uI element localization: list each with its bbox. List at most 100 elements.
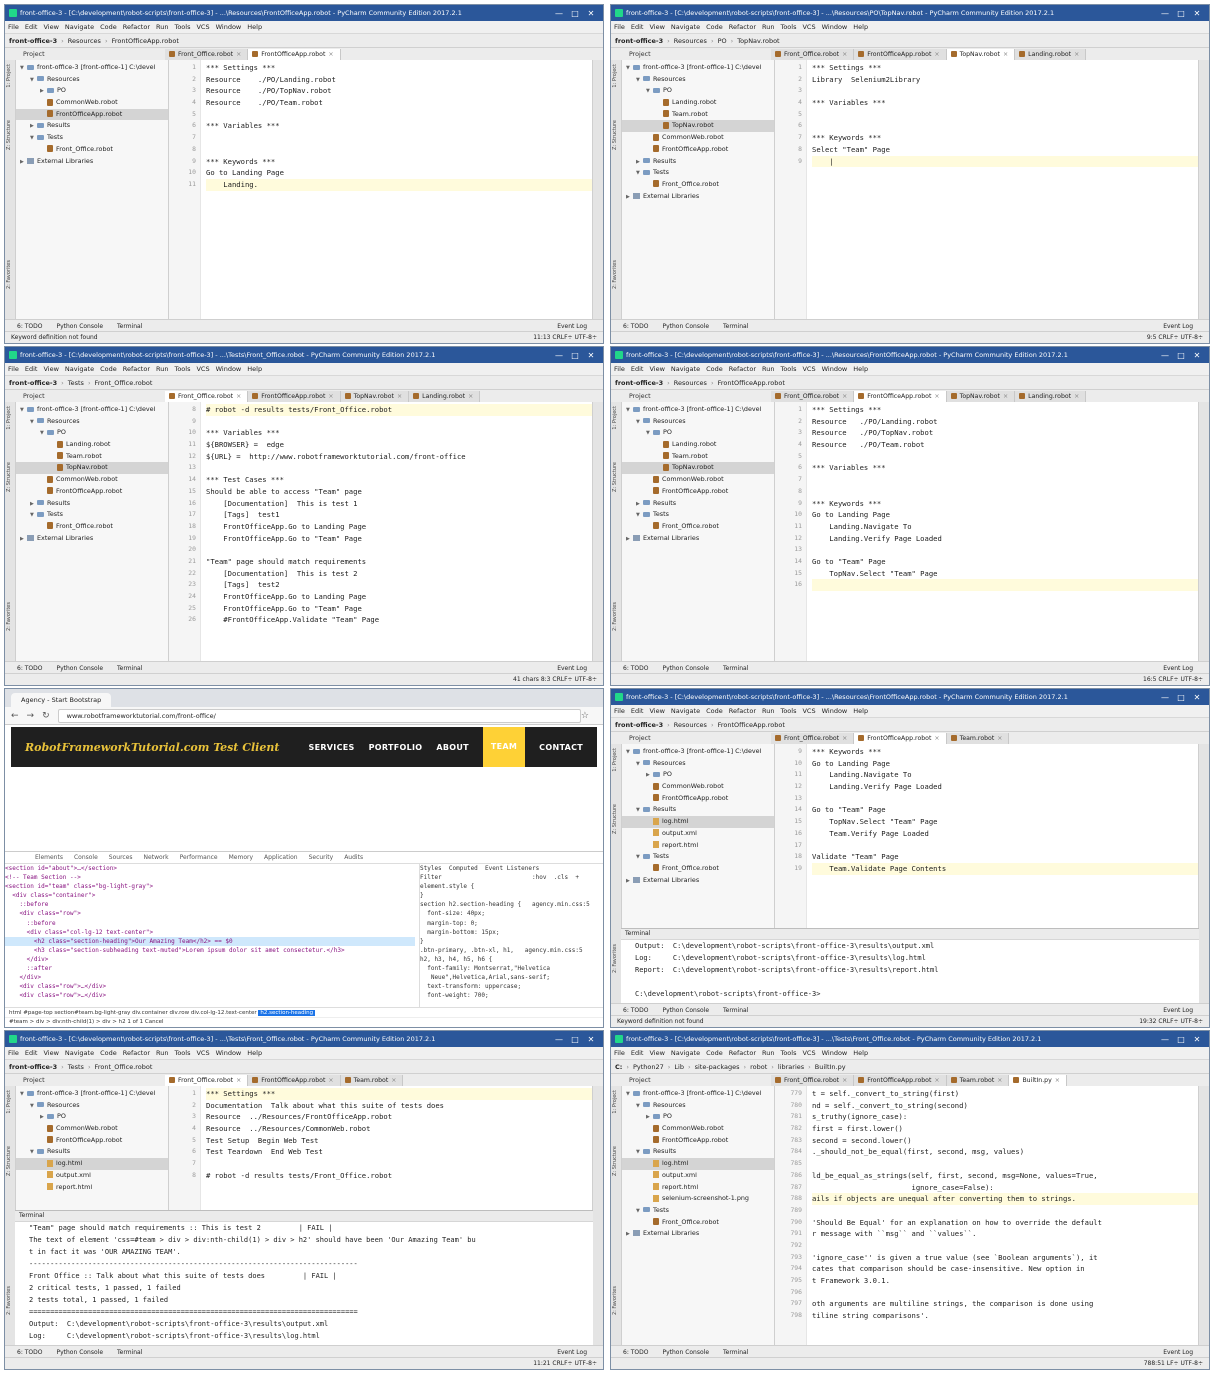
dom-node[interactable]: </div> (5, 955, 415, 964)
editor-tab[interactable]: FrontOfficeApp.robot × (248, 48, 341, 61)
menu-item-vcs[interactable]: VCS (196, 1049, 209, 1057)
nav-link-contact[interactable]: CONTACT (539, 743, 583, 752)
left-tool-label[interactable]: 2: Favorites (612, 1286, 618, 1315)
menu-item-file[interactable]: File (8, 23, 19, 31)
left-tool-label[interactable]: 1: Project (6, 406, 12, 430)
bottom-tool-0[interactable]: 6: TODO (623, 1007, 648, 1014)
chevron-down-icon[interactable]: ▼ (40, 428, 47, 439)
editor-tab[interactable]: Front_Office.robot × (771, 48, 855, 61)
minimize-icon[interactable]: — (551, 9, 567, 18)
breadcrumb-item[interactable]: FrontOfficeApp.robot (718, 721, 785, 729)
tree-item[interactable]: TopNav.robot (622, 462, 774, 475)
menu-item-navigate[interactable]: Navigate (671, 23, 700, 31)
dom-node[interactable]: <div class="row"> (5, 909, 415, 918)
tree-item[interactable]: FrontOfficeApp.robot (622, 793, 774, 805)
chevron-down-icon[interactable]: ▼ (626, 63, 633, 74)
editor-tab[interactable]: Front_Office.robot × (165, 390, 249, 403)
browser-tab[interactable]: Agency - Start Bootstrap (11, 693, 112, 707)
tree-item[interactable]: Landing.robot (622, 439, 774, 451)
chevron-down-icon[interactable]: ▼ (636, 1206, 643, 1217)
menu-item-edit[interactable]: Edit (25, 23, 38, 31)
chevron-down-icon[interactable]: ▼ (30, 133, 37, 144)
menu-item-refactor[interactable]: Refactor (123, 23, 150, 31)
menu-item-code[interactable]: Code (706, 23, 723, 31)
left-tool-label[interactable]: Z: Structure (6, 1146, 12, 1176)
event-log-button[interactable]: Event Log (557, 665, 587, 672)
dom-node[interactable]: <section id="about">…</section> (5, 864, 415, 873)
dom-node[interactable]: ::after (5, 964, 415, 973)
tree-item[interactable]: ▼ Tests (622, 851, 774, 863)
editor-tab[interactable]: Landing.robot × (1015, 48, 1087, 61)
dom-crumb[interactable]: h2.section-heading (258, 1010, 316, 1016)
tree-item[interactable]: ▼ PO (622, 85, 774, 97)
menu-item-help[interactable]: Help (853, 365, 868, 373)
menu-item-refactor[interactable]: Refactor (729, 1049, 756, 1057)
close-tab-icon[interactable]: × (997, 735, 1002, 742)
close-tab-icon[interactable]: × (997, 1077, 1002, 1084)
breadcrumb-item[interactable]: robot (750, 1063, 767, 1071)
bottom-tool-1[interactable]: Python Console (56, 665, 103, 672)
menu-item-view[interactable]: View (649, 1049, 664, 1057)
tree-item[interactable]: ▼ Resources (16, 74, 168, 86)
maximize-icon[interactable]: □ (1173, 1035, 1189, 1044)
event-log-button[interactable]: Event Log (557, 1349, 587, 1356)
close-tab-icon[interactable]: × (328, 51, 333, 58)
maximize-icon[interactable]: □ (1173, 693, 1189, 702)
tree-item[interactable]: Front_Office.robot (622, 521, 774, 533)
close-tab-icon[interactable]: × (236, 1077, 241, 1084)
code-editor[interactable]: 1 2 3 4 5 6 7 8 9 10 11 *** Settings *** Resource ./… (169, 60, 592, 320)
chevron-right-icon[interactable]: ▶ (40, 86, 47, 97)
left-tool-label[interactable]: 1: Project (612, 748, 618, 772)
editor-tab[interactable]: Front_Office.robot × (771, 1074, 855, 1087)
tree-item[interactable]: FrontOfficeApp.robot (622, 144, 774, 156)
chevron-down-icon[interactable]: ▼ (646, 428, 653, 439)
tree-item[interactable]: CommonWeb.robot (622, 132, 774, 144)
devtools-tab[interactable]: Network (144, 854, 169, 861)
menu-item-edit[interactable]: Edit (631, 23, 644, 31)
minimize-icon[interactable]: — (1157, 351, 1173, 360)
close-tab-icon[interactable]: × (328, 1077, 333, 1084)
breadcrumb-item[interactable]: Front_Office.robot (95, 1063, 153, 1071)
left-tool-label[interactable]: 2: Favorites (6, 260, 12, 289)
dom-node[interactable]: <div class="row">…</div> (5, 982, 415, 991)
tree-item[interactable]: Landing.robot (622, 97, 774, 109)
breadcrumb-item[interactable]: Tests (68, 379, 84, 387)
code-editor[interactable]: 1 2 3 4 5 6 7 8 9 *** Settings *** Library Seleniu… (775, 60, 1198, 320)
breadcrumb-item[interactable]: front-office-3 (9, 379, 57, 387)
tree-item[interactable]: CommonWeb.robot (622, 474, 774, 486)
tree-item[interactable]: CommonWeb.robot (16, 1123, 168, 1135)
close-tab-icon[interactable]: × (842, 735, 847, 742)
bottom-tool-1[interactable]: Python Console (56, 1349, 103, 1356)
tree-item[interactable]: Front_Office.robot (622, 1217, 774, 1229)
tree-item[interactable]: ▶ PO (622, 1111, 774, 1123)
breadcrumb-item[interactable]: libraries (778, 1063, 804, 1071)
close-icon[interactable]: ✕ (1189, 351, 1205, 360)
bottom-tool-1[interactable]: Python Console (56, 323, 103, 330)
bottom-tool-0[interactable]: 6: TODO (17, 323, 42, 330)
chevron-down-icon[interactable]: ▼ (636, 75, 643, 86)
close-tab-icon[interactable]: × (328, 393, 333, 400)
breadcrumb-item[interactable]: Front_Office.robot (95, 379, 153, 387)
tree-item[interactable]: ▶ External Libraries (622, 1228, 774, 1240)
menu-item-vcs[interactable]: VCS (196, 365, 209, 373)
close-tab-icon[interactable]: × (236, 51, 241, 58)
left-tool-label[interactable]: 2: Favorites (6, 1286, 12, 1315)
tree-item[interactable]: ▼ Tests (16, 132, 168, 144)
left-tool-label[interactable]: 1: Project (612, 1090, 618, 1114)
tree-item[interactable]: Team.robot (16, 451, 168, 463)
menu-item-file[interactable]: File (614, 707, 625, 715)
maximize-icon[interactable]: □ (1173, 351, 1189, 360)
minimize-icon[interactable]: — (1157, 1035, 1173, 1044)
devtools-tab[interactable]: Performance (180, 854, 218, 861)
editor-tab[interactable]: FrontOfficeApp.robot × (248, 390, 341, 403)
chevron-down-icon[interactable]: ▼ (636, 1101, 643, 1112)
dom-node[interactable]: <div class="container"> (5, 891, 415, 900)
tree-item[interactable]: TopNav.robot (622, 120, 774, 133)
tree-item[interactable]: CommonWeb.robot (16, 97, 168, 109)
chevron-right-icon[interactable]: ▶ (30, 121, 37, 132)
close-tab-icon[interactable]: × (842, 51, 847, 58)
breadcrumb-item[interactable]: front-office-3 (9, 37, 57, 45)
menu-item-view[interactable]: View (649, 23, 664, 31)
chevron-down-icon[interactable]: ▼ (646, 86, 653, 97)
breadcrumb-item[interactable]: Tests (68, 1063, 84, 1071)
